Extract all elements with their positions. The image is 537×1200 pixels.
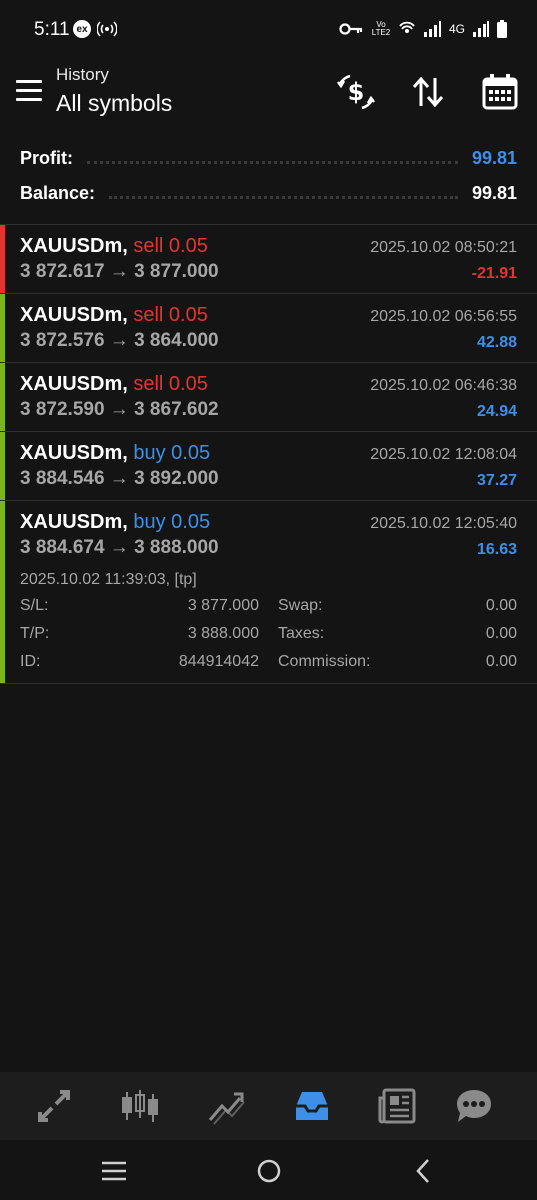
id-value: 844914042 (178, 653, 259, 670)
trade-side: sell 0.05 (133, 373, 208, 395)
trade-time: 2025.10.02 12:05:40 (370, 515, 517, 532)
menu-icon[interactable] (16, 80, 42, 101)
trade-symbol: XAUUSDm, (20, 511, 128, 533)
messages-icon[interactable] (454, 1086, 494, 1126)
trade-prices: 3 872.576 → 3 864.000 (20, 330, 219, 351)
sort-icon[interactable] (408, 72, 448, 112)
trade-symbol: XAUUSDm, (20, 442, 128, 464)
trade-prices: 3 872.590 → 3 867.602 (20, 399, 219, 420)
sl-label: S/L: (20, 597, 49, 614)
status-time: 5:11 (34, 19, 70, 40)
trade-side: sell 0.05 (133, 235, 208, 257)
header-subtitle: History (56, 65, 109, 84)
volte-icon: Vo LTE2 (371, 20, 391, 37)
balance-value: 99.81 (471, 182, 517, 203)
trade-side: buy 0.05 (133, 442, 211, 464)
wifi-calling-icon (399, 21, 415, 33)
ex-badge-icon: ex (73, 20, 91, 38)
signal-icon (423, 21, 441, 37)
trade-details: S/L: 3 877.000 Swap: 0.00 T/P: 3 888.000… (20, 597, 517, 681)
trade-profit: 42.88 (476, 334, 517, 351)
trade-row-expanded[interactable]: XAUUSDm, buy 0.05 3 884.674 → 3 888.000 … (0, 501, 537, 684)
result-bar (0, 363, 5, 431)
swap-value: 0.00 (485, 597, 517, 614)
history-icon[interactable] (292, 1086, 332, 1126)
tp-value: 3 888.000 (187, 625, 259, 642)
svg-text:$: $ (348, 78, 365, 106)
key-icon (339, 23, 363, 35)
swap-label: Swap: (278, 597, 323, 614)
symbol-filter-title[interactable]: All symbols (56, 90, 172, 117)
trade-time: 2025.10.02 06:46:38 (370, 377, 517, 394)
network-4g-icon: 4G (448, 22, 465, 36)
dotted-leader (109, 195, 458, 199)
profit-row: Profit: 99.81 (20, 143, 517, 173)
trade-open-time: 2025.10.02 11:39:03, [tp] (20, 571, 197, 588)
currency-exchange-icon[interactable]: $ (336, 72, 376, 112)
profit-value: 99.81 (471, 147, 517, 168)
hotspot-icon (97, 21, 117, 37)
trade-time: 2025.10.02 12:08:04 (370, 446, 517, 463)
sl-value: 3 877.000 (187, 597, 259, 614)
recents-icon[interactable] (100, 1160, 128, 1182)
trade-icon[interactable] (206, 1086, 246, 1126)
dotted-leader (87, 160, 458, 164)
system-navigation-bar (0, 1140, 537, 1200)
quotes-icon[interactable] (34, 1086, 74, 1126)
taxes-label: Taxes: (278, 625, 325, 642)
profit-label: Profit: (20, 147, 73, 168)
trade-row[interactable]: XAUUSDm, sell 0.05 3 872.617 → 3 877.000… (0, 224, 537, 294)
battery-icon (497, 20, 507, 38)
trade-profit: 24.94 (476, 403, 517, 420)
result-bar (0, 501, 5, 683)
trade-row[interactable]: XAUUSDm, buy 0.05 3 884.546 → 3 892.000 … (0, 432, 537, 501)
trade-symbol: XAUUSDm, (20, 235, 128, 257)
result-bar (0, 432, 5, 500)
status-bar: 5:11 ex Vo LTE2 4G (0, 0, 537, 60)
balance-label: Balance: (20, 182, 96, 203)
bottom-navigation (0, 1072, 537, 1140)
news-icon[interactable] (378, 1086, 418, 1126)
trade-profit: -21.91 (471, 265, 517, 282)
trade-row[interactable]: XAUUSDm, sell 0.05 3 872.576 → 3 864.000… (0, 294, 537, 363)
taxes-value: 0.00 (485, 625, 517, 642)
trade-symbol: XAUUSDm, (20, 373, 128, 395)
commission-label: Commission: (278, 653, 371, 670)
trade-time: 2025.10.02 08:50:21 (370, 239, 517, 256)
balance-row: Balance: 99.81 (20, 178, 517, 208)
id-label: ID: (20, 653, 41, 670)
trade-prices: 3 884.546 → 3 892.000 (20, 468, 219, 489)
trade-time: 2025.10.02 06:56:55 (370, 308, 517, 325)
chart-icon[interactable] (120, 1086, 160, 1126)
back-icon[interactable] (414, 1158, 432, 1184)
commission-value: 0.00 (485, 653, 517, 670)
result-bar (0, 225, 5, 293)
trade-prices: 3 884.674 → 3 888.000 (20, 537, 219, 558)
trade-side: buy 0.05 (133, 511, 211, 533)
calendar-icon[interactable] (480, 72, 520, 112)
signal-icon-2 (473, 21, 489, 37)
trade-history-list: XAUUSDm, sell 0.05 3 872.617 → 3 877.000… (0, 224, 537, 684)
account-summary: Profit: 99.81 Balance: 99.81 (0, 140, 537, 220)
app-header: History All symbols $ (0, 60, 537, 136)
result-bar (0, 294, 5, 362)
trade-prices: 3 872.617 → 3 877.000 (20, 261, 219, 282)
trade-profit: 37.27 (476, 472, 517, 489)
trade-row[interactable]: XAUUSDm, sell 0.05 3 872.590 → 3 867.602… (0, 363, 537, 432)
trade-symbol: XAUUSDm, (20, 304, 128, 326)
trade-profit: 16.63 (476, 541, 517, 558)
trade-side: sell 0.05 (133, 304, 208, 326)
tp-label: T/P: (20, 625, 50, 642)
home-icon[interactable] (256, 1158, 282, 1184)
